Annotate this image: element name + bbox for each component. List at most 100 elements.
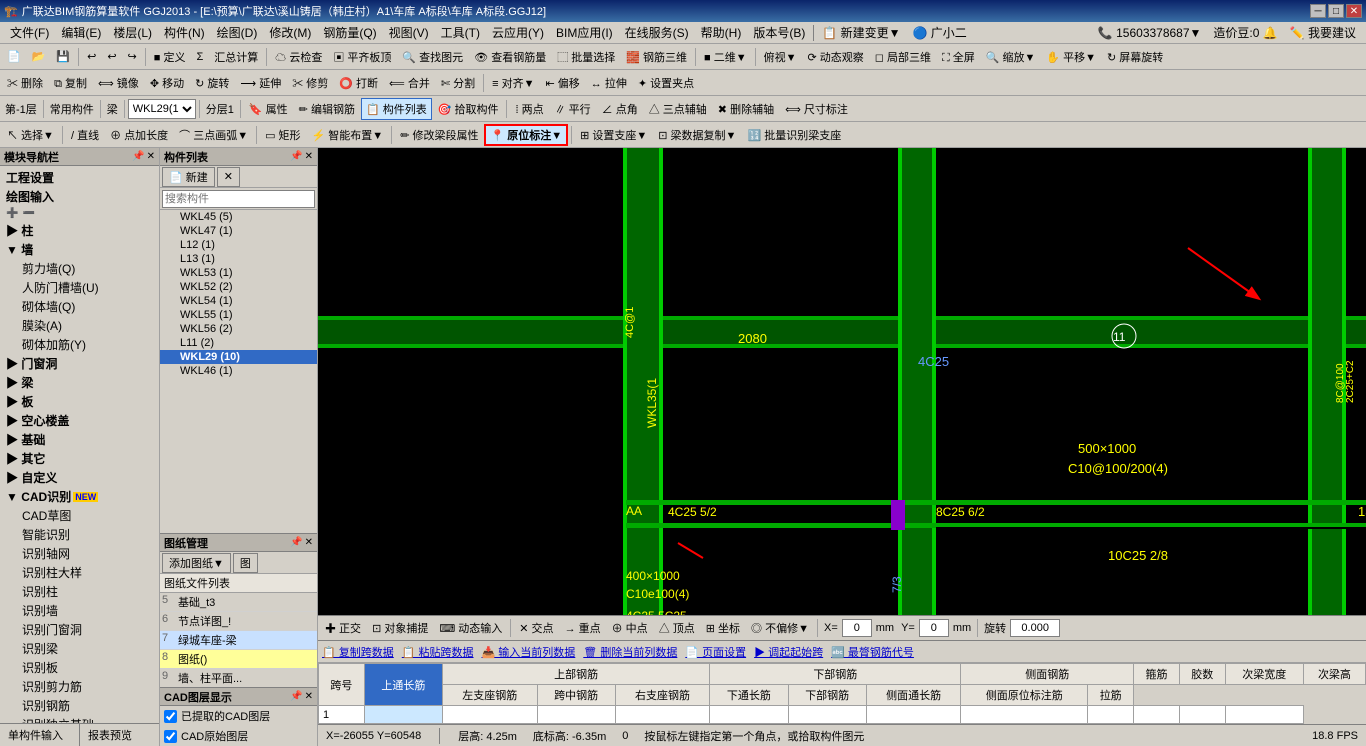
nav-afd-wall[interactable]: 人防门槽墙(U) [2, 278, 157, 297]
nav-id-isolated-found[interactable]: 识别独立基础 [2, 715, 157, 723]
nav-cad-sketch[interactable]: CAD草图 [2, 506, 157, 525]
add-drawing-btn[interactable]: 添加图纸▼ [162, 553, 231, 573]
comp-item-wkl47[interactable]: WKL47 (1) [160, 224, 317, 238]
wkl-select[interactable]: WKL29(1 [128, 99, 196, 119]
menu-floor[interactable]: 楼层(L) [107, 22, 158, 43]
menu-draw[interactable]: 绘图(D) [211, 22, 264, 43]
new-btn[interactable]: 📄 [2, 46, 26, 68]
point-angle-btn[interactable]: ∠ 点角 [597, 98, 643, 120]
undo-btn[interactable]: ↩ [82, 46, 101, 68]
split-btn[interactable]: ✄ 分割 [436, 72, 480, 94]
drawing-file-8[interactable]: 8图纸() [160, 650, 317, 669]
nav-openings[interactable]: ▶ 门窗洞 [2, 354, 157, 373]
del-col-btn[interactable]: 🗑 删除当前列数据 [583, 644, 677, 660]
batch-select-btn[interactable]: ⬚ 批量选择 [552, 46, 620, 68]
copy-btn[interactable]: ⧉ 复制 [49, 72, 92, 94]
nav-slab[interactable]: ▶ 板 [2, 392, 157, 411]
cad-layer-pin-icon[interactable]: 📌 [290, 691, 302, 702]
trim-btn[interactable]: ✂ 修剪 [287, 72, 333, 94]
menu-edit[interactable]: 编辑(E) [55, 22, 107, 43]
drawing-file-5[interactable]: 5基础_t3 [160, 593, 317, 612]
open-btn[interactable]: 📂 [27, 46, 51, 68]
rebar-code-btn[interactable]: 🔤 最膂钢筋代号 [831, 644, 914, 660]
nav-id-col[interactable]: 识别柱 [2, 582, 157, 601]
select-btn[interactable]: ↖ 选择▼ [2, 124, 59, 146]
td-left-seat-1[interactable] [443, 706, 538, 724]
minimize-btn[interactable]: ─ [1310, 4, 1326, 18]
smart-layout-btn[interactable]: ⚡ 智能布置▼ [307, 124, 389, 146]
menu-cloud[interactable]: 云应用(Y) [486, 22, 550, 43]
td-bot-long-1[interactable] [710, 706, 788, 724]
comp-pin-icon[interactable]: 📌 [290, 151, 302, 162]
comp-item-l12[interactable]: L12 (1) [160, 238, 317, 252]
nav-custom[interactable]: ▶ 自定义 [2, 468, 157, 487]
endpoint-btn[interactable]: → 重点 [560, 617, 606, 639]
calc-btn[interactable]: 汇总计算 [209, 46, 263, 68]
vertex-btn[interactable]: △ 顶点 [654, 617, 700, 639]
merge-btn[interactable]: ⟸ 合并 [384, 72, 435, 94]
move-btn[interactable]: ✥ 移动 [145, 72, 189, 94]
nav-wall[interactable]: ▼ 墙 [2, 240, 157, 259]
del-comp-btn[interactable]: ✕ [217, 167, 240, 187]
comp-item-wkl46[interactable]: WKL46 (1) [160, 364, 317, 378]
view-rebar-btn[interactable]: 👁 查看钢筋量 [469, 46, 551, 68]
dynamic-view-btn[interactable]: ⟳ 动态观察 [803, 46, 869, 68]
menu-rebar-qty[interactable]: 钢筋量(Q) [317, 22, 382, 43]
td-sec-w-1[interactable] [1179, 706, 1225, 724]
comp-item-wkl54[interactable]: WKL54 (1) [160, 294, 317, 308]
nav-membrane[interactable]: 膜染(A) [2, 316, 157, 335]
punch-btn[interactable]: ⭕ 打断 [334, 72, 383, 94]
nav-other[interactable]: ▶ 其它 [2, 449, 157, 468]
intersect-btn[interactable]: ✕ 交点 [514, 617, 558, 639]
drawing-file-7[interactable]: 7绿城车座-梁 [160, 631, 317, 650]
td-tie-1[interactable] [1088, 706, 1134, 724]
nav-id-shear-bar[interactable]: 识别剪力筋 [2, 677, 157, 696]
td-right-seat-1[interactable] [615, 706, 710, 724]
find-elem-btn[interactable]: 🔍 查找图元 [397, 46, 468, 68]
set-anchor-btn[interactable]: ✦ 设置夹点 [633, 72, 699, 94]
nav-cad[interactable]: ▼ CAD识别 NEW [2, 487, 157, 506]
td-side-long-1[interactable] [866, 706, 961, 724]
fullscreen-btn[interactable]: ⛶ 全屏 [937, 46, 980, 68]
rotate-input[interactable] [1010, 619, 1060, 637]
page-setup-btn[interactable]: 📄 页面设置 [685, 644, 746, 660]
menu-view[interactable]: 视图(V) [383, 22, 435, 43]
align-btn[interactable]: ≡ 对齐▼ [487, 72, 539, 94]
y-input[interactable] [919, 619, 949, 637]
rebar-3d-btn[interactable]: 🧱 钢筋三维 [621, 46, 692, 68]
comp-item-wkl52[interactable]: WKL52 (2) [160, 280, 317, 294]
td-span-1[interactable]: 1 [319, 706, 365, 724]
nav-id-wall[interactable]: 识别墙 [2, 601, 157, 620]
extend-btn[interactable]: ⟶ 延伸 [235, 72, 286, 94]
x-input[interactable] [842, 619, 872, 637]
drawing-canvas[interactable]: WKL35(1 4C@1 4C25 2080 8C25 6/2 4C25 5/2… [318, 148, 1366, 615]
undo2-btn[interactable]: ↩ [102, 46, 121, 68]
beam-copy-btn[interactable]: ⊡ 梁数据复制▼ [653, 124, 741, 146]
nav-id-slab[interactable]: 识别板 [2, 658, 157, 677]
nav-masonry-wall[interactable]: 砌体墙(Q) [2, 297, 157, 316]
offset-btn[interactable]: ⇤ 偏移 [541, 72, 585, 94]
comp-item-wkl45[interactable]: WKL45 (5) [160, 210, 317, 224]
paste-span-btn[interactable]: 📋 粘贴跨数据 [402, 644, 474, 660]
comp-close-icon[interactable]: ✕ [305, 151, 313, 162]
drawing-file-9[interactable]: 9墙、柱平面... [160, 669, 317, 687]
maximize-btn[interactable]: □ [1328, 4, 1344, 18]
nav-close-icon[interactable]: ✕ [147, 151, 155, 162]
menu-new-change[interactable]: 📋 新建变更▼ [816, 22, 906, 43]
nav-id-col-detail[interactable]: 识别柱大样 [2, 563, 157, 582]
nav-id-beam[interactable]: 识别梁 [2, 639, 157, 658]
nav-foundation[interactable]: ▶ 基础 [2, 430, 157, 449]
td-top-long-1[interactable] [364, 706, 442, 724]
three-point-axis-btn[interactable]: △ 三点辅轴 [644, 98, 712, 120]
comp-item-wkl53[interactable]: WKL53 (1) [160, 266, 317, 280]
2d-btn[interactable]: ■ 二维▼ [699, 46, 752, 68]
level-top-btn[interactable]: ▣ 平齐板顶 [328, 46, 396, 68]
midpoint-btn[interactable]: ⊕ 中点 [607, 617, 653, 639]
nav-hollow[interactable]: ▶ 空心楼盖 [2, 411, 157, 430]
rect-btn[interactable]: ▭ 矩形 [260, 124, 305, 146]
dim-label-btn[interactable]: ⟺ 尺寸标注 [780, 98, 853, 120]
save-btn[interactable]: 💾 [51, 46, 75, 68]
stretch-btn[interactable]: ↔ 拉伸 [586, 72, 632, 94]
parallel-btn[interactable]: ∥ 平行 [550, 98, 596, 120]
property-btn[interactable]: 🔖 属性 [244, 98, 293, 120]
